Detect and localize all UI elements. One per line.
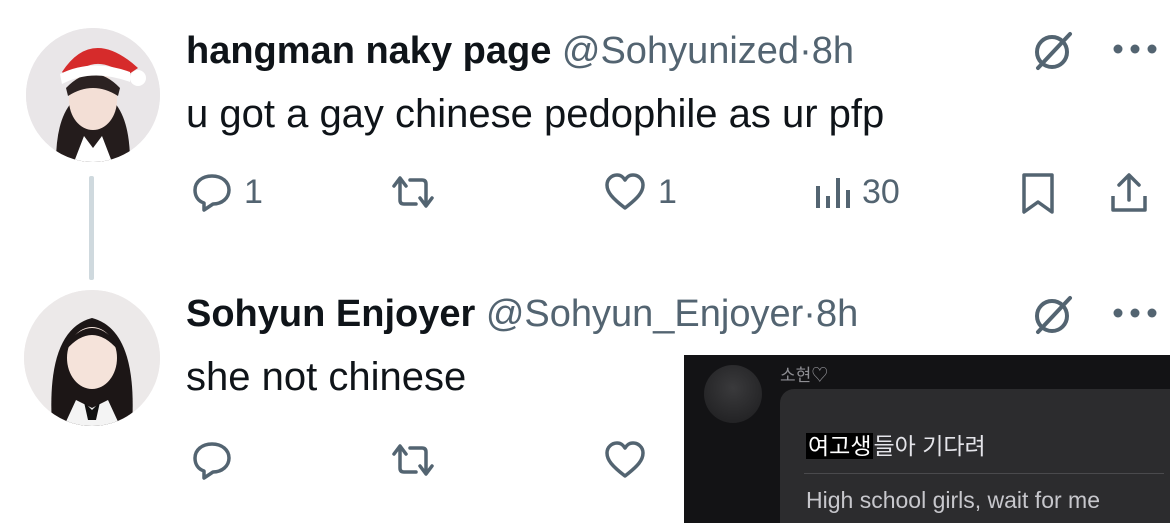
retweet-button[interactable] [388, 170, 438, 214]
korean-message: 여고생들아 기다려 [806, 427, 986, 461]
tweet-text: u got a gay chinese pedophile as ur pfp [186, 92, 885, 136]
tweet-text: she not chinese [186, 355, 467, 399]
share-icon [1111, 173, 1147, 212]
reply-button[interactable] [190, 438, 234, 482]
separator-dot: · [799, 30, 812, 72]
like-icon [605, 441, 645, 478]
like-count: 1 [658, 172, 677, 211]
handle[interactable]: @Sohyun_Enjoyer [486, 293, 803, 335]
views-count: 30 [862, 172, 900, 211]
views-icon [816, 178, 850, 208]
overlay-avatar [704, 365, 762, 423]
reply-icon [193, 174, 231, 212]
retweet-button[interactable] [388, 438, 438, 482]
divider [804, 473, 1164, 474]
korean-rest: 들아 기다려 [873, 433, 986, 459]
bookmark-icon [1022, 173, 1054, 214]
thread-line [89, 176, 94, 280]
handle[interactable]: @Sohyunized [562, 30, 799, 72]
bookmark-button[interactable] [1018, 170, 1058, 216]
translation-text: High school girls, wait for me [806, 487, 1100, 513]
like-button[interactable]: 1 [602, 170, 677, 214]
views-button[interactable]: 30 [812, 170, 900, 214]
reply-icon [193, 442, 231, 480]
tweet-header: Sohyun Enjoyer @Sohyun_Enjoyer·8h [186, 291, 858, 337]
grok-icon[interactable] [1030, 290, 1078, 338]
retweet-icon [392, 444, 434, 476]
overlay-username: 소현♡ [780, 366, 829, 385]
reply-button[interactable]: 1 [190, 170, 263, 214]
more-icon[interactable] [1112, 306, 1158, 318]
timestamp[interactable]: 8h [812, 30, 854, 72]
more-icon[interactable] [1112, 42, 1158, 54]
avatar[interactable] [24, 290, 160, 426]
like-button[interactable] [602, 438, 648, 482]
grok-icon[interactable] [1030, 26, 1078, 74]
avatar[interactable] [26, 28, 160, 162]
tweet-header: hangman naky page @Sohyunized·8h [186, 28, 854, 74]
separator-dot: · [803, 293, 816, 335]
like-icon [605, 173, 645, 210]
highlighted-word: 여고생 [806, 433, 874, 459]
reply-count: 1 [244, 172, 263, 211]
display-name[interactable]: hangman naky page [186, 30, 551, 72]
display-name[interactable]: Sohyun Enjoyer [186, 293, 475, 335]
retweet-icon [392, 176, 434, 208]
screenshot-overlay: 소현♡ 여고생들아 기다려 High school girls, wait fo… [684, 355, 1170, 523]
timestamp[interactable]: 8h [816, 293, 858, 335]
share-button[interactable] [1108, 170, 1150, 216]
